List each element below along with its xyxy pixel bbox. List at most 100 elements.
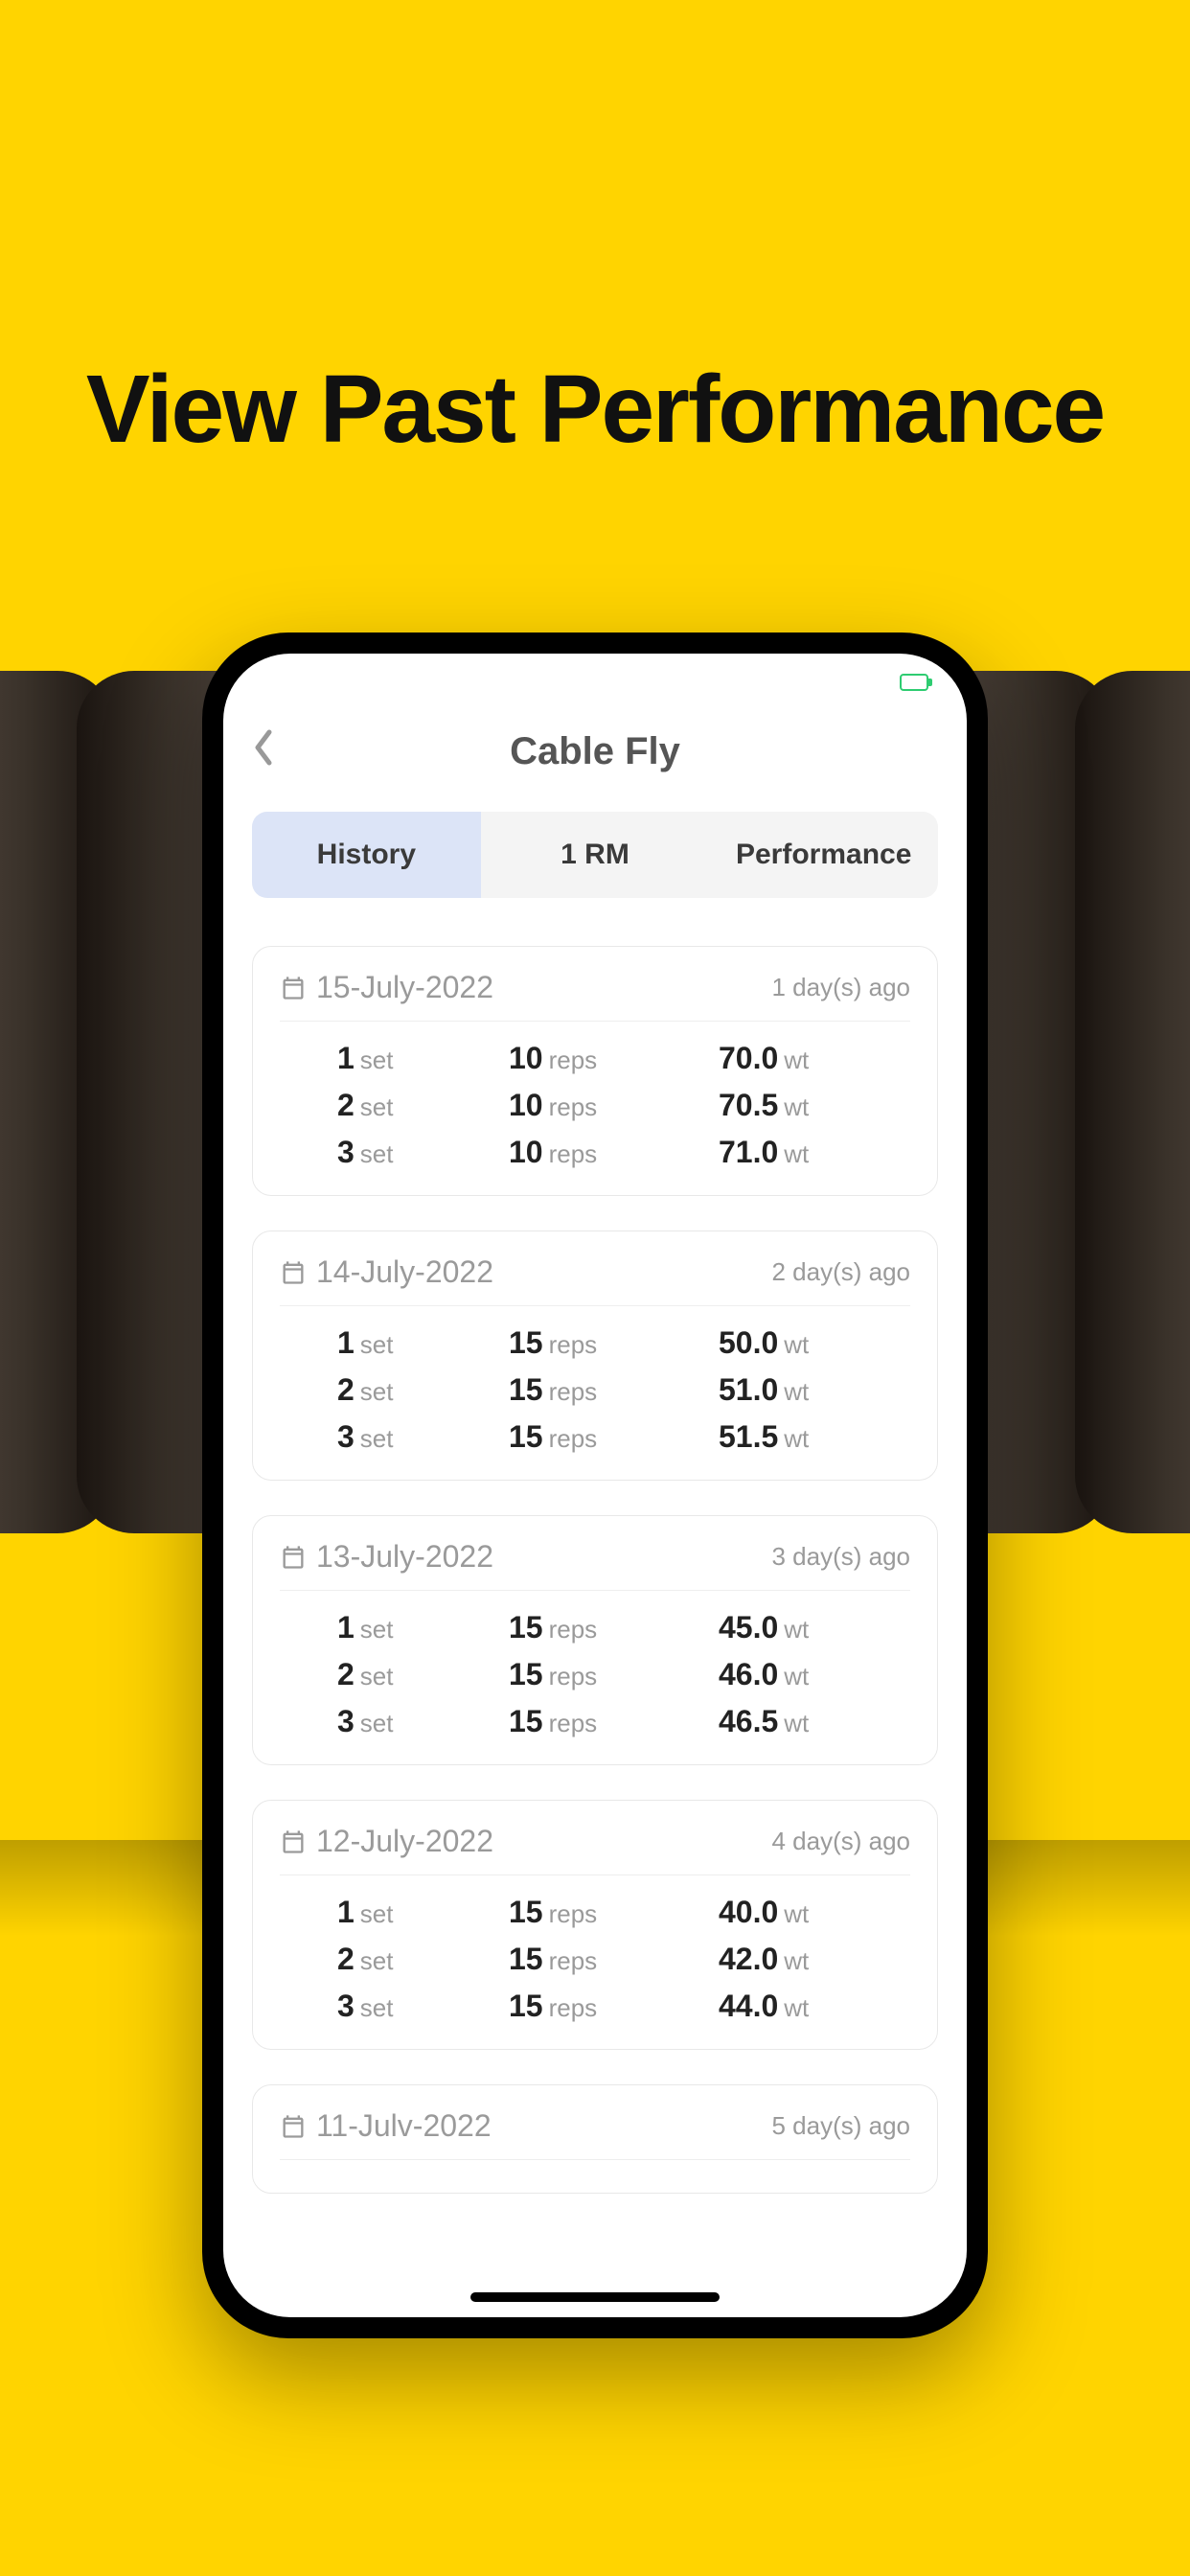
page-title: Cable Fly (252, 730, 938, 773)
phone-screen: Cable Fly History 1 RM Performance 15-Ju… (223, 654, 967, 2317)
days-ago: 5 day(s) ago (771, 2111, 910, 2141)
reps-label: reps (549, 1046, 598, 1075)
history-card[interactable]: 13-July-2022 3 day(s) ago 1 set 15 reps 45.0… (252, 1515, 938, 1765)
weight-label: wt (784, 1993, 809, 2023)
reps-label: reps (549, 1993, 598, 2023)
reps-number: 15 (509, 1372, 543, 1408)
reps-number: 15 (509, 1942, 543, 1977)
weight-label: wt (784, 1139, 809, 1169)
set-label: set (360, 1662, 394, 1691)
weight-label: wt (784, 1662, 809, 1691)
weight-label: wt (784, 1899, 809, 1929)
tab-bar: History 1 RM Performance (252, 812, 938, 898)
weight-number: 51.5 (719, 1419, 778, 1455)
calendar-icon (280, 1544, 307, 1571)
set-number: 3 (337, 1704, 355, 1739)
set-row: 3 set 15 reps 51.5 wt (280, 1414, 910, 1460)
card-header: 12-July-20224 day(s) ago (280, 1824, 910, 1875)
history-card[interactable]: 11-Julv-20225 day(s) ago (252, 2084, 938, 2194)
set-number: 3 (337, 1989, 355, 2024)
phone-frame: Cable Fly History 1 RM Performance 15-Ju… (202, 632, 988, 2338)
set-number: 2 (337, 1088, 355, 1123)
days-ago: 3 day(s) ago (771, 1542, 910, 1572)
set-label: set (360, 1946, 394, 1976)
tab-history[interactable]: History (252, 812, 481, 898)
set-number: 2 (337, 1657, 355, 1692)
reps-number: 15 (509, 1895, 543, 1930)
set-number: 2 (337, 1942, 355, 1977)
reps-number: 15 (509, 1610, 543, 1645)
reps-label: reps (549, 1092, 598, 1122)
weight-label: wt (784, 1615, 809, 1644)
card-header: 14-July-2022 2 day(s) ago (280, 1254, 910, 1306)
weight-number: 45.0 (719, 1610, 778, 1645)
set-number: 1 (337, 1610, 355, 1645)
weight-label: wt (784, 1330, 809, 1360)
set-row: 1 set15 reps40.0 wt (280, 1889, 910, 1936)
set-number: 1 (337, 1041, 355, 1076)
set-number: 1 (337, 1325, 355, 1361)
weight-number: 50.0 (719, 1325, 778, 1361)
card-date: 15-July-2022 (280, 970, 493, 1005)
set-label: set (360, 1424, 394, 1454)
set-number: 3 (337, 1135, 355, 1170)
calendar-icon (280, 2113, 307, 2140)
card-date: 13-July-2022 (280, 1539, 493, 1575)
card-date: 12-July-2022 (280, 1824, 493, 1859)
set-row: 2 set 15 reps 46.0 wt (280, 1651, 910, 1698)
set-number: 3 (337, 1419, 355, 1455)
weight-label: wt (784, 1046, 809, 1075)
weight-label: wt (784, 1946, 809, 1976)
reps-label: reps (549, 1615, 598, 1644)
weight-number: 70.0 (719, 1041, 778, 1076)
history-card[interactable]: 12-July-20224 day(s) ago1 set15 reps40.0… (252, 1800, 938, 2050)
set-row: 1 set15 reps50.0 wt (280, 1320, 910, 1367)
set-label: set (360, 1330, 394, 1360)
back-button[interactable] (252, 728, 275, 776)
history-card[interactable]: 15-July-20221 day(s) ago 1 set 10 reps 70.0… (252, 946, 938, 1196)
card-date: 14-July-2022 (280, 1254, 493, 1290)
set-label: set (360, 1046, 394, 1075)
weight-label: wt (784, 1377, 809, 1407)
battery-icon (900, 674, 928, 691)
reps-label: reps (549, 1377, 598, 1407)
days-ago: 2 day(s) ago (771, 1257, 910, 1287)
reps-label: reps (549, 1424, 598, 1454)
reps-label: reps (549, 1662, 598, 1691)
set-row: 3 set15 reps46.5 wt (280, 1698, 910, 1745)
set-label: set (360, 1899, 394, 1929)
reps-number: 10 (509, 1135, 543, 1170)
weight-label: wt (784, 1092, 809, 1122)
set-label: set (360, 1615, 394, 1644)
set-number: 1 (337, 1895, 355, 1930)
weight-number: 42.0 (719, 1942, 778, 1977)
set-label: set (360, 1092, 394, 1122)
reps-number: 10 (509, 1088, 543, 1123)
set-row: 3 set10 reps71.0 wt (280, 1129, 910, 1176)
weight-number: 46.5 (719, 1704, 778, 1739)
reps-number: 15 (509, 1419, 543, 1455)
status-bar (223, 654, 967, 711)
weight-label: wt (784, 1709, 809, 1738)
tab-1rm[interactable]: 1 RM (481, 812, 710, 898)
card-header: 13-July-2022 3 day(s) ago (280, 1539, 910, 1591)
history-card[interactable]: 14-July-20222 day(s) ago1 set15 reps50.0… (252, 1230, 938, 1481)
reps-label: reps (549, 1709, 598, 1738)
card-header: 15-July-20221 day(s) ago (280, 970, 910, 1022)
calendar-icon (280, 1828, 307, 1855)
set-row: 2 set15 reps42.0 wt (280, 1936, 910, 1983)
tab-performance[interactable]: Performance (709, 812, 938, 898)
weight-label: wt (784, 1424, 809, 1454)
card-header: 11-Julv-20225 day(s) ago (280, 2108, 910, 2160)
calendar-icon (280, 975, 307, 1001)
weight-number: 70.5 (719, 1088, 778, 1123)
weight-number: 46.0 (719, 1657, 778, 1692)
history-list[interactable]: 15-July-20221 day(s) ago 1 set 10 reps 70.0… (223, 946, 967, 2194)
app-header: Cable Fly (223, 711, 967, 812)
hero-title: View Past Performance (86, 355, 1104, 465)
home-indicator[interactable] (470, 2292, 720, 2302)
set-number: 2 (337, 1372, 355, 1408)
reps-number: 15 (509, 1657, 543, 1692)
set-label: set (360, 1709, 394, 1738)
reps-number: 15 (509, 1989, 543, 2024)
